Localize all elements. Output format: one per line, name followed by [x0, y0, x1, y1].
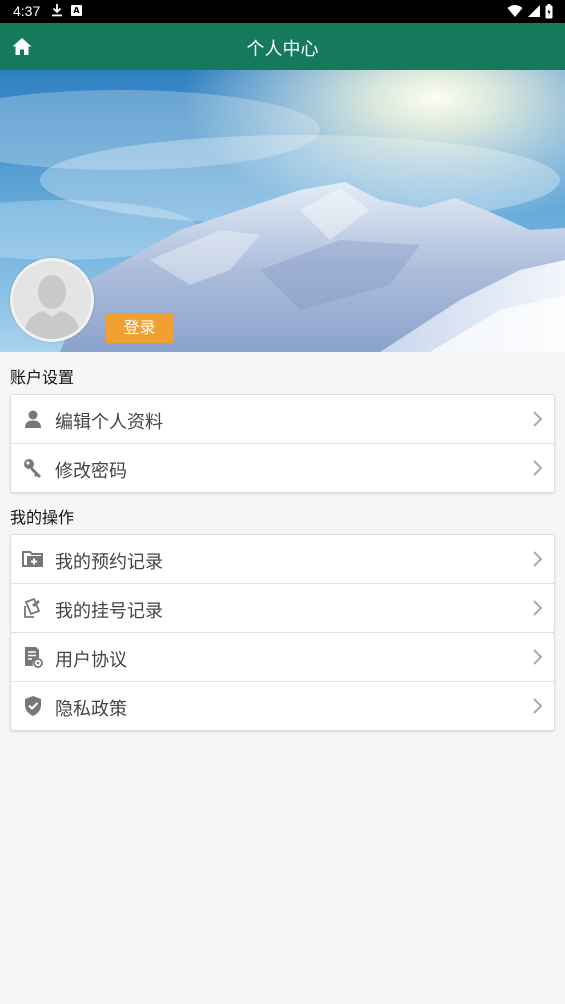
app-bar: 个人中心	[0, 23, 565, 70]
person-icon	[25, 410, 41, 428]
chevron-right-icon	[533, 698, 543, 714]
registration-records-label: 我的挂号记录	[55, 601, 163, 622]
avatar[interactable]	[10, 258, 94, 342]
account-settings-group: 编辑个人资料 修改密码	[10, 394, 555, 493]
privacy-policy-label: 隐私政策	[55, 699, 127, 720]
document-pen-icon	[24, 597, 41, 618]
registration-records-item[interactable]: 我的挂号记录	[11, 584, 554, 632]
status-icons	[507, 3, 553, 19]
chevron-right-icon	[533, 649, 543, 665]
chevron-right-icon	[533, 600, 543, 616]
edit-profile-label: 编辑个人资料	[55, 412, 163, 433]
key-icon	[24, 459, 41, 478]
chevron-right-icon	[533, 460, 543, 476]
page-title: 个人中心	[246, 39, 319, 60]
wifi-icon	[507, 5, 523, 17]
section-title-my-operations: 我的操作	[10, 508, 75, 527]
change-password-label: 修改密码	[55, 461, 127, 482]
a-notification-icon: A	[71, 5, 82, 16]
status-time: 4:37	[13, 3, 41, 19]
user-agreement-item[interactable]: 用户协议	[11, 633, 554, 682]
default-avatar-icon	[13, 261, 91, 339]
other-group: 用户协议 隐私政策	[10, 632, 555, 731]
shield-check-icon	[25, 696, 41, 716]
battery-icon	[545, 3, 553, 18]
appointment-records-item[interactable]: 我的预约记录	[11, 535, 554, 584]
agreement-icon	[25, 647, 43, 668]
privacy-policy-item[interactable]: 隐私政策	[11, 682, 554, 730]
my-operations-group: 我的预约记录 我的挂号记录	[10, 534, 555, 633]
appointment-records-label: 我的预约记录	[55, 552, 163, 573]
edit-profile-item[interactable]: 编辑个人资料	[11, 395, 554, 444]
chevron-right-icon	[533, 551, 543, 567]
change-password-item[interactable]: 修改密码	[11, 444, 554, 492]
section-title-account-settings: 账户设置	[10, 368, 75, 387]
status-bar: 4:37 A	[0, 0, 565, 23]
signal-icon	[528, 5, 540, 17]
folder-add-icon	[22, 551, 43, 567]
download-icon	[52, 4, 62, 17]
login-button[interactable]: 登录	[106, 313, 173, 343]
chevron-right-icon	[533, 411, 543, 427]
user-agreement-label: 用户协议	[55, 650, 127, 671]
